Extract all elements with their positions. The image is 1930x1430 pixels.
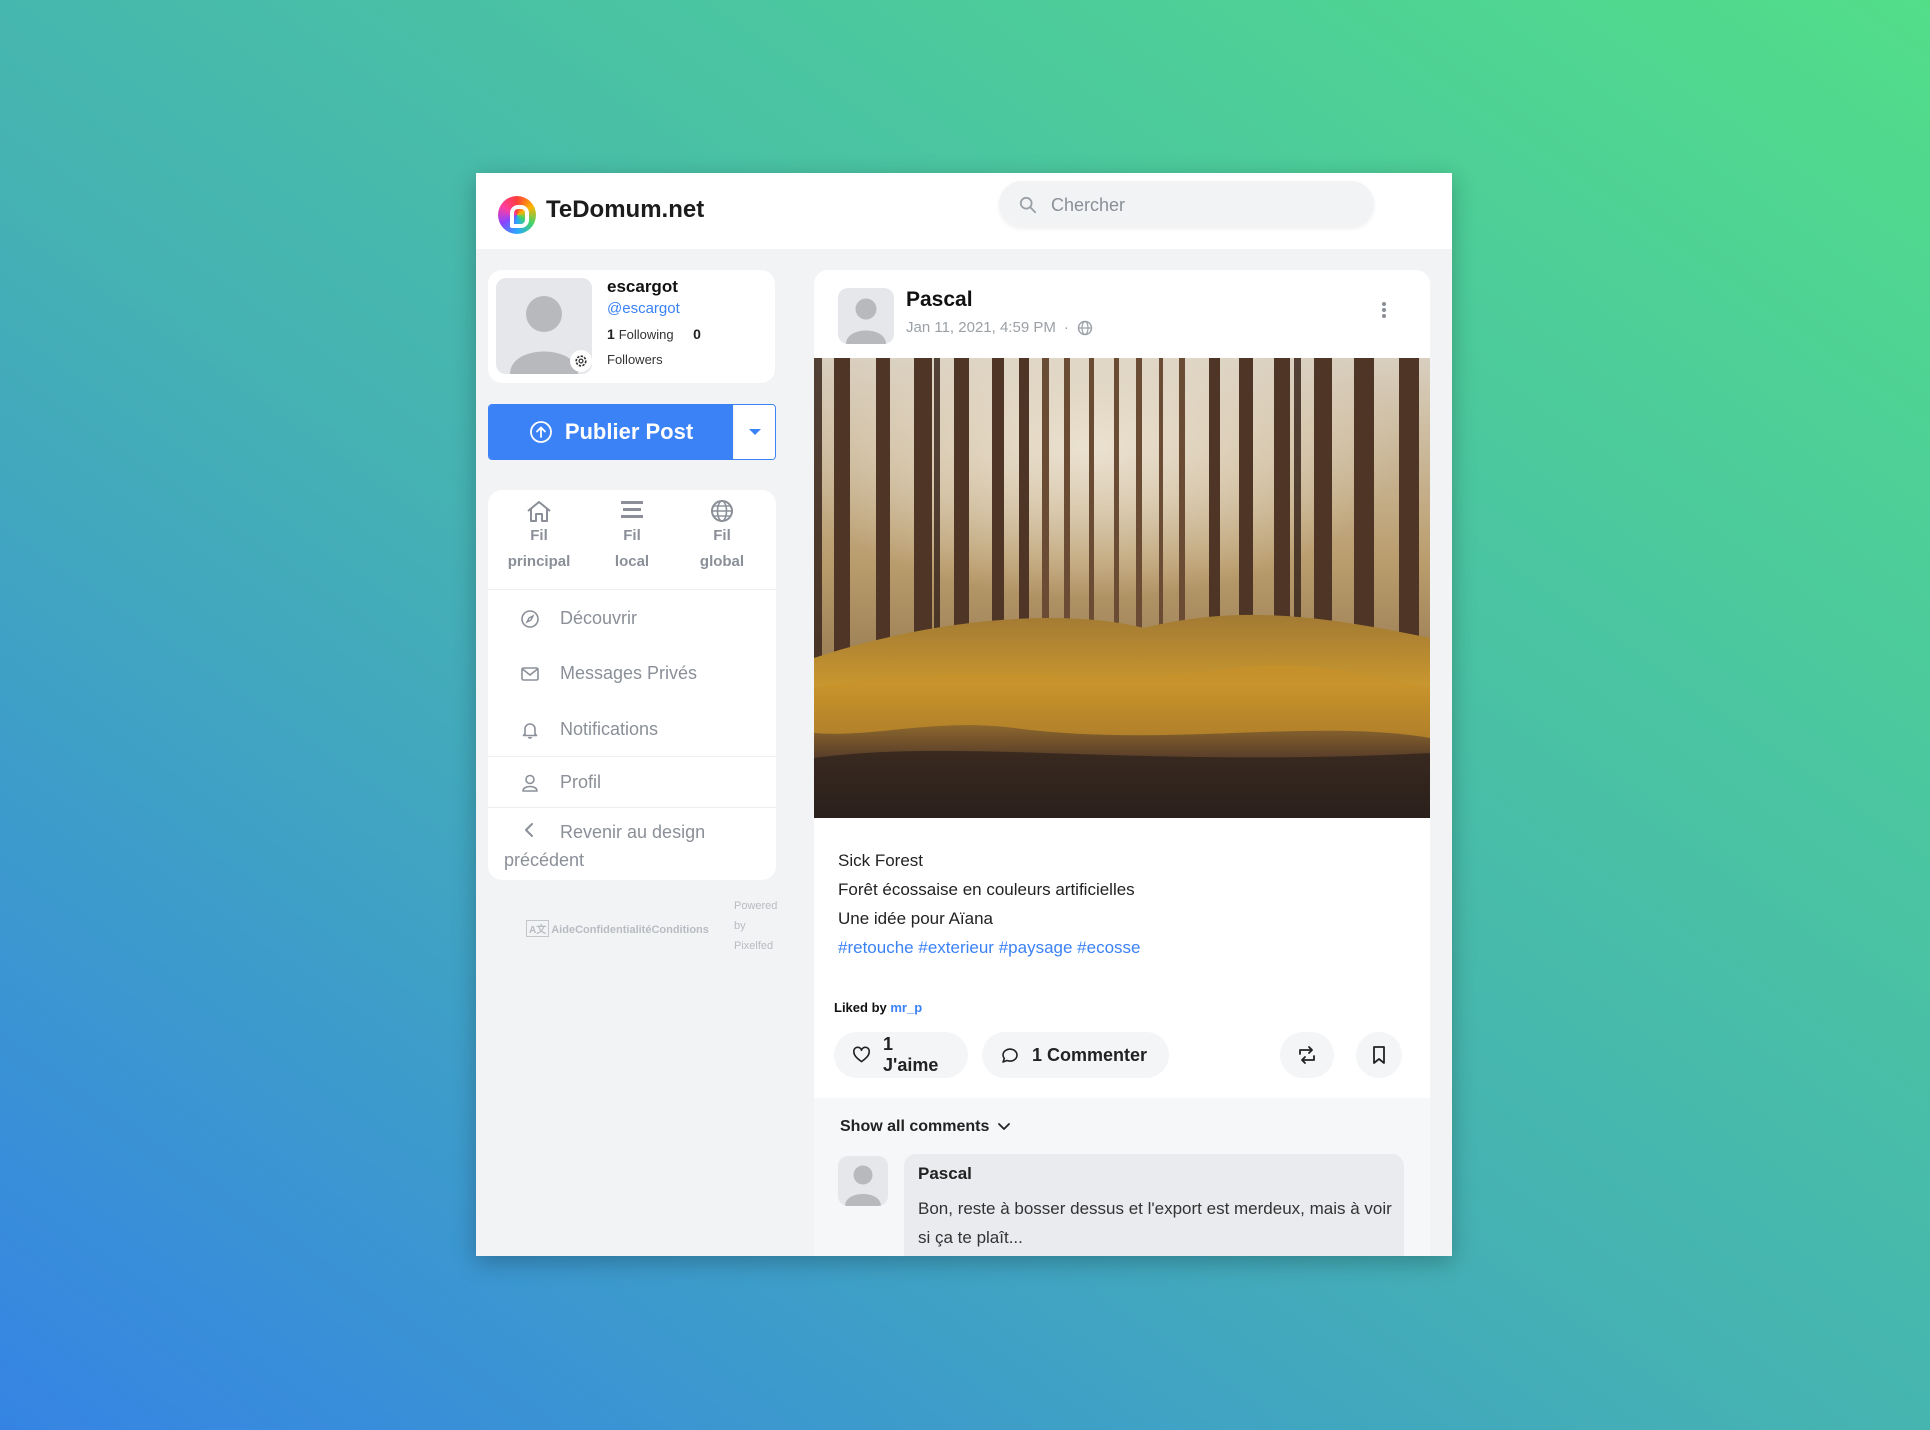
post-card: Pascal Jan 11, 2021, 4:59 PM · Sick Fore… (814, 270, 1430, 1256)
like-label: 1 J'aime (883, 1034, 939, 1075)
tab-global-line2: global (699, 553, 745, 570)
liked-by: Liked by mr_p (834, 1000, 922, 1015)
hashtag-link[interactable]: #paysage (999, 938, 1073, 957)
like-button[interactable]: 1 J'aime (834, 1032, 968, 1078)
navigation-card: Fil principal Fil local Fil global Décou… (488, 490, 776, 880)
menu-label-back-line2: précédent (504, 850, 585, 870)
footer-help-privacy-terms-link[interactable]: AideConfidentialitéConditions (551, 924, 709, 936)
app-window: TeDomum.net escargot @escargot 1 Followi… (476, 173, 1452, 1256)
comment-label: 1 Commenter (1032, 1044, 1148, 1065)
by-label: by (734, 920, 746, 932)
publish-post-label: Publier Post (564, 419, 694, 444)
pixelfed-label[interactable]: Pixelfed (734, 940, 773, 952)
tab-home-line2: principal (507, 553, 571, 570)
upload-circle-icon (529, 421, 552, 443)
liked-by-label: Liked by (834, 1000, 887, 1015)
search-box[interactable] (999, 181, 1374, 227)
brand-name[interactable]: TeDomum.net (546, 190, 704, 230)
public-globe-icon (1077, 320, 1093, 336)
tab-local-feed[interactable]: Fil local (587, 496, 677, 575)
tab-global-feed[interactable]: Fil global (677, 496, 767, 575)
retweet-icon (1299, 1046, 1315, 1064)
settings-gear-icon[interactable] (570, 350, 592, 372)
feed-tabs: Fil principal Fil local Fil global (488, 490, 776, 590)
powered-label: Powered (734, 900, 778, 912)
post-actions: 1 J'aime 1 Commenter (834, 1032, 1410, 1080)
bookmark-button[interactable] (1356, 1032, 1402, 1078)
caption-line-2: Forêt écossaise en couleurs artificielle… (838, 880, 1135, 899)
search-icon (1019, 196, 1037, 214)
menu-item-discover[interactable]: Découvrir (488, 593, 776, 643)
menu-item-profile[interactable]: Profil (488, 757, 776, 807)
menu-label-profile: Profil (560, 772, 602, 792)
post-meta: Jan 11, 2021, 4:59 PM · (906, 318, 1093, 338)
search-input[interactable] (1049, 189, 1353, 221)
translate-icon[interactable]: A文 (526, 920, 550, 937)
post-timestamp[interactable]: Jan 11, 2021, 4:59 PM (906, 318, 1056, 338)
tab-home-line1: Fil (530, 527, 548, 544)
footer-links: A文 AideConfidentialitéConditions (526, 920, 709, 937)
publish-button-group: Publier Post (488, 404, 776, 460)
compass-icon (520, 593, 540, 643)
pixelfed-logo[interactable] (498, 196, 536, 234)
profile-card: escargot @escargot 1 Following 0 Followe… (488, 270, 775, 383)
post-author-name[interactable]: Pascal (906, 286, 973, 314)
menu-label-messages: Messages Privés (560, 663, 698, 683)
heart-icon (853, 1046, 871, 1063)
menu-item-notifications[interactable]: Notifications (488, 704, 776, 754)
profile-name[interactable]: escargot (607, 275, 678, 299)
following-label[interactable]: Following (619, 327, 674, 342)
chevron-down-icon (998, 1123, 1011, 1130)
tab-global-line1: Fil (713, 527, 731, 544)
tab-home-feed[interactable]: Fil principal (494, 496, 584, 575)
post-hashtags: #retouche #exterieur #paysage #ecosse (838, 933, 1141, 962)
caption-line-1: Sick Forest (838, 851, 924, 870)
post-author-avatar[interactable] (838, 288, 894, 344)
show-all-comments-toggle[interactable]: Show all comments (840, 1118, 1011, 1136)
menu-label-notifications: Notifications (560, 719, 659, 739)
caret-down-icon (748, 429, 761, 435)
show-all-comments-label: Show all comments (840, 1118, 990, 1135)
meta-separator: · (1063, 319, 1069, 336)
menu-label-back-line1: Revenir au design (560, 822, 706, 842)
envelope-icon (520, 648, 540, 698)
top-navbar: TeDomum.net (476, 173, 1452, 249)
list-icon (621, 501, 643, 518)
comment-bubble: Pascal Bon, reste à bosser dessus et l'e… (904, 1154, 1404, 1256)
publish-options-dropdown[interactable] (734, 405, 775, 459)
chevron-left-icon (520, 820, 540, 845)
user-icon (520, 757, 540, 807)
comment-text: Bon, reste à bosser dessus et l'export e… (918, 1199, 1392, 1247)
profile-stats: 1 Following 0 Followers (607, 322, 757, 372)
comment-bubble-icon (1002, 1048, 1018, 1063)
post-caption: Sick Forest Forêt écossaise en couleurs … (838, 846, 1141, 962)
bell-icon (520, 704, 540, 754)
hashtag-link[interactable]: #ecosse (1077, 938, 1140, 957)
share-button[interactable] (1280, 1032, 1334, 1078)
menu-item-messages[interactable]: Messages Privés (488, 648, 776, 698)
liked-by-user-link[interactable]: mr_p (890, 1000, 922, 1015)
bookmark-icon (1373, 1046, 1385, 1064)
caption-line-3: Une idée pour Aïana (838, 909, 994, 928)
more-options-icon[interactable] (1379, 300, 1389, 324)
comments-section: Show all comments Pascal Bon, reste à bo… (814, 1098, 1430, 1256)
hashtag-link[interactable]: #exterieur (918, 938, 994, 957)
hashtag-link[interactable]: #retouche (838, 938, 914, 957)
comment-button[interactable]: 1 Commenter (982, 1032, 1169, 1078)
comment-author-avatar[interactable] (838, 1156, 888, 1206)
following-count[interactable]: 1 (607, 326, 615, 342)
publish-post-button[interactable]: Publier Post (489, 405, 733, 459)
profile-handle[interactable]: @escargot (607, 299, 680, 319)
followers-count[interactable]: 0 (693, 326, 701, 342)
home-icon (527, 501, 551, 522)
tab-local-line2: local (614, 553, 650, 570)
menu-item-previous-design[interactable]: Revenir au design précédent (488, 808, 776, 878)
post-photo[interactable] (814, 358, 1430, 818)
tab-local-line1: Fil (623, 527, 641, 544)
globe-icon (711, 500, 733, 522)
menu-label-discover: Découvrir (560, 608, 638, 628)
comment-author-name[interactable]: Pascal (918, 1164, 972, 1184)
followers-label[interactable]: Followers (607, 352, 663, 367)
